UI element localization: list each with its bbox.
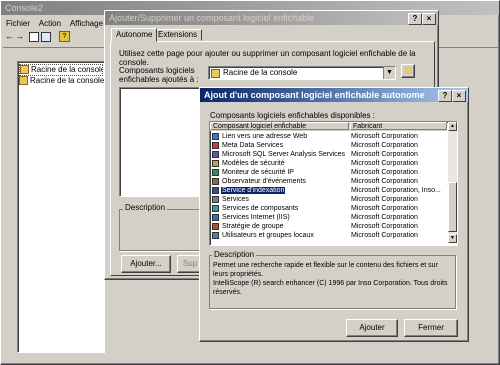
description-text: Permet une recherche rapide et flexible …: [213, 262, 438, 278]
console-tree-pane: Racine de la console Racine de la consol…: [17, 61, 105, 353]
description-label: Description: [212, 250, 257, 259]
show-tree-icon[interactable]: [29, 32, 39, 42]
snapin-name: Utilisateurs et groupes locaux: [222, 232, 314, 240]
snapin-vendor: Microsoft Corporation: [351, 151, 418, 158]
globe-icon: [212, 133, 219, 140]
help-button[interactable]: ?: [408, 13, 422, 25]
description-copyright: IntelliScope (R) search enhancer (C) 199…: [213, 280, 448, 296]
close-button[interactable]: ×: [452, 90, 466, 102]
snapin-vendor: Microsoft Corporation: [351, 214, 418, 221]
users-icon: [212, 232, 219, 239]
snapin-name: Services de composants: [222, 205, 299, 213]
index-icon: [212, 187, 219, 194]
snapin-name: Services Internet (IIS): [222, 214, 290, 222]
folder-icon: [19, 76, 28, 86]
up-one-level-icon[interactable]: [401, 64, 415, 78]
add-snapin-button[interactable]: Ajouter...: [121, 255, 171, 273]
add-standalone-titlebar: Ajout d'un composant logiciel enfichable…: [200, 88, 468, 102]
database-icon: [212, 142, 219, 149]
folder-icon: [211, 69, 220, 78]
snapin-vendor: Microsoft Corporation: [351, 133, 418, 140]
help-button[interactable]: ?: [438, 90, 452, 102]
snapin-vendor: Microsoft Corporation: [351, 232, 418, 239]
snapin-vendor: Microsoft Corporation: [351, 160, 418, 167]
policy-icon: [212, 223, 219, 230]
monitor-icon: [212, 169, 219, 176]
gears-icon: [212, 196, 219, 203]
forward-arrow-icon[interactable]: →: [15, 31, 24, 41]
menu-fichier[interactable]: Fichier: [6, 19, 30, 28]
list-item[interactable]: Services Internet (IIS) Microsoft Corpora…: [212, 214, 447, 222]
chevron-down-icon[interactable]: ▼: [383, 67, 395, 79]
added-to-dropdown[interactable]: Racine de la console ▼: [208, 66, 396, 80]
folder-icon: [20, 65, 29, 75]
snapin-name: Moniteur de sécurité IP: [222, 169, 294, 177]
console-title: Console2: [5, 3, 44, 13]
components-icon: [212, 205, 219, 212]
list-item[interactable]: Service d'indexation Microsoft Corporatio…: [212, 186, 447, 196]
add-remove-titlebar: Ajouter/Supprimer un composant logiciel …: [105, 11, 438, 25]
scroll-down-icon[interactable]: ▼: [448, 234, 457, 243]
list-header: Composant logiciel enfichable Fabricant: [210, 122, 447, 131]
add-remove-title: Ajouter/Supprimer un composant logiciel …: [109, 13, 315, 23]
cube-icon: [212, 151, 219, 158]
list-item[interactable]: Utilisateurs et groupes locaux Microsoft …: [212, 232, 447, 240]
snapin-name: Observateur d'événements: [222, 178, 306, 186]
add-standalone-dialog: Ajout d'un composant logiciel enfichable…: [199, 87, 469, 342]
snapin-vendor: Microsoft Corporation: [351, 196, 418, 203]
back-arrow-icon[interactable]: ←: [5, 31, 14, 41]
list-item[interactable]: Observateur d'événements Microsoft Corpor…: [212, 178, 447, 186]
snapin-name: Lien vers une adresse Web: [222, 133, 308, 141]
snapin-list[interactable]: Composant logiciel enfichable Fabricant …: [209, 121, 458, 246]
tree-header: Racine de la console: [19, 64, 103, 76]
menu-action[interactable]: Action: [39, 19, 61, 28]
list-item[interactable]: Lien vers une adresse Web Microsoft Corpo…: [212, 133, 447, 141]
snapin-vendor: Microsoft Corporation: [351, 178, 418, 185]
snapin-name: Modèles de sécurité: [222, 160, 285, 168]
snapin-rows: Lien vers une adresse Web Microsoft Corpo…: [212, 133, 447, 243]
added-to-label: Composants logiciels enfichables ajoutés…: [119, 66, 199, 84]
snapin-vendor: Microsoft Corporation: [351, 205, 418, 212]
snapin-name: Services: [222, 196, 249, 204]
snapin-name: Service d'indexation: [219, 186, 287, 196]
snapin-vendor: Microsoft Corporation, Inso...: [351, 187, 441, 194]
iis-icon: [212, 214, 219, 221]
tab-extensions[interactable]: Extensions: [153, 29, 203, 41]
list-item[interactable]: Services Microsoft Corporation: [212, 196, 447, 204]
list-item[interactable]: Moniteur de sécurité IP Microsoft Corpora…: [212, 169, 447, 177]
add-button[interactable]: Ajouter: [346, 319, 398, 337]
list-item[interactable]: Services de composants Microsoft Corporat…: [212, 205, 447, 213]
available-label: Composants logiciels enfichables disponi…: [210, 111, 375, 120]
close-dialog-button[interactable]: Fermer: [404, 319, 458, 337]
scroll-thumb[interactable]: [448, 182, 457, 232]
snapin-name: Stratégie de groupe: [222, 223, 284, 231]
list-scrollbar[interactable]: ▲ ▼: [448, 122, 457, 243]
snapin-vendor: Microsoft Corporation: [351, 142, 418, 149]
snapin-vendor: Microsoft Corporation: [351, 169, 418, 176]
template-icon: [212, 160, 219, 167]
list-item[interactable]: Microsoft SQL Server Analysis Services Mi…: [212, 151, 447, 159]
list-item[interactable]: Meta Data Services Microsoft Corporation: [212, 142, 447, 150]
list-view-icon[interactable]: [41, 32, 51, 42]
event-viewer-icon: [212, 178, 219, 185]
description-label: Description: [123, 203, 168, 212]
column-header-name[interactable]: Composant logiciel enfichable: [210, 122, 349, 130]
snapin-name: Microsoft SQL Server Analysis Services: [222, 151, 346, 159]
close-button[interactable]: ×: [422, 13, 436, 25]
snapin-name: Meta Data Services: [222, 142, 284, 150]
column-header-vendor[interactable]: Fabricant: [350, 122, 447, 130]
help-icon[interactable]: ?: [59, 31, 70, 42]
menu-affichage[interactable]: Affichage: [70, 19, 103, 28]
tab-autonome[interactable]: Autonome: [111, 28, 158, 42]
list-item[interactable]: Stratégie de groupe Microsoft Corporation: [212, 223, 447, 231]
intro-text: Utilisez cette page pour ajouter ou supp…: [119, 49, 416, 67]
add-standalone-title: Ajout d'un composant logiciel enfichable…: [204, 90, 425, 100]
list-item[interactable]: Modèles de sécurité Microsoft Corporation: [212, 160, 447, 168]
tree-item-root[interactable]: Racine de la console: [19, 76, 104, 86]
scroll-up-icon[interactable]: ▲: [448, 122, 457, 131]
snapin-vendor: Microsoft Corporation: [351, 223, 418, 230]
